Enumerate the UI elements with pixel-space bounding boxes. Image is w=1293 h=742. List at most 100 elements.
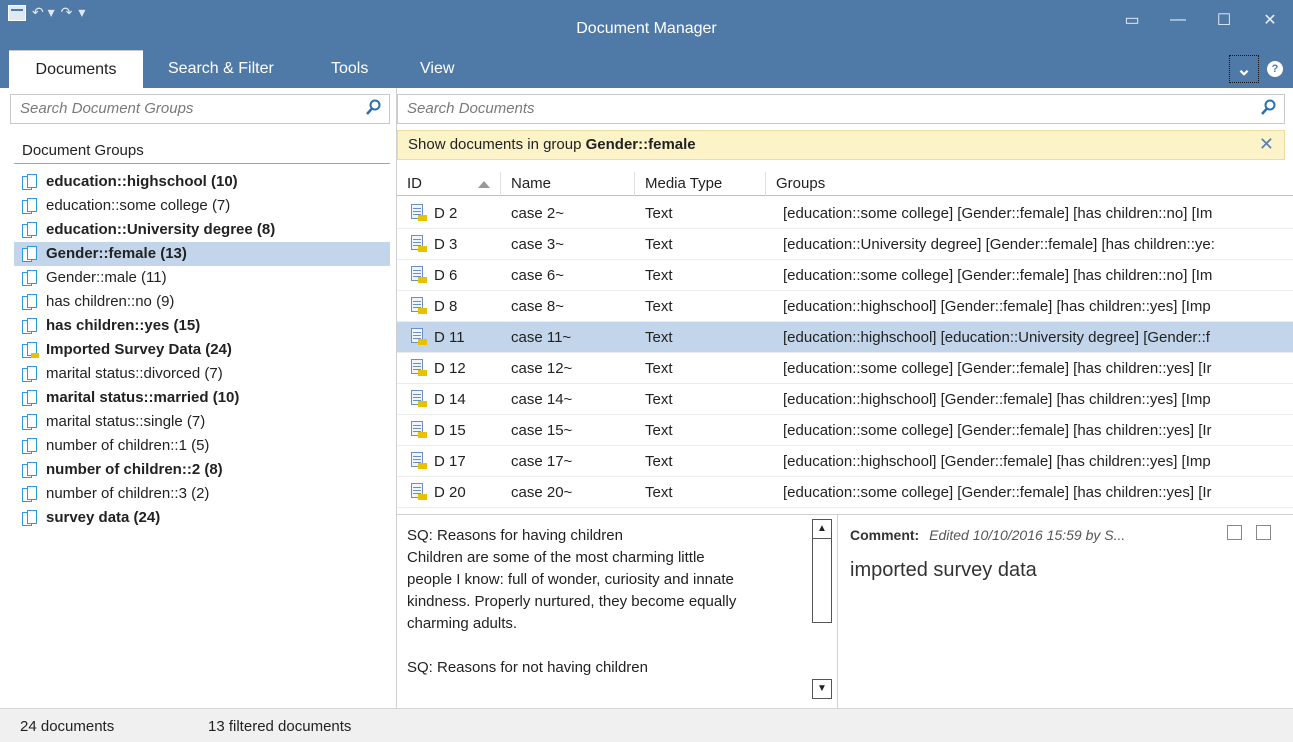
document-row[interactable]: D 11 case 11~ Text [education::highschool] …: [397, 322, 1293, 353]
document-group-item[interactable]: has children::yes (15): [14, 314, 390, 338]
maximize-button[interactable]: ☐: [1201, 0, 1247, 40]
document-row[interactable]: D 8 case 8~ Text [education::highschool] [G…: [397, 291, 1293, 322]
comment-body[interactable]: imported survey data: [850, 559, 1037, 582]
minimize-button[interactable]: —: [1155, 0, 1201, 40]
document-groups: [education::some college] [Gender::femal…: [783, 422, 1212, 439]
document-groups: [education::some college] [Gender::femal…: [783, 360, 1212, 377]
document-group-item[interactable]: education::highschool (10): [14, 170, 390, 194]
document-name: case 20~: [511, 484, 573, 501]
tab-documents[interactable]: Documents: [9, 50, 143, 88]
document-group-label: marital status::married (10): [46, 389, 240, 406]
open-comment-icon[interactable]: [1227, 525, 1242, 540]
help-icon[interactable]: ?: [1267, 61, 1283, 77]
search-icon[interactable]: [365, 99, 381, 117]
document-group-item[interactable]: number of children::3 (2): [14, 482, 390, 506]
close-filter-icon[interactable]: ✕: [1259, 134, 1274, 155]
document-group-icon: [22, 509, 39, 527]
document-id: D 11: [434, 329, 465, 346]
document-group-item[interactable]: survey data (24): [14, 506, 390, 530]
status-document-count: 24 documents: [20, 718, 115, 735]
scroll-down-button[interactable]: ▼: [812, 679, 832, 699]
tab-tools[interactable]: Tools: [331, 50, 368, 88]
document-row[interactable]: D 6 case 6~ Text [education::some college] …: [397, 260, 1293, 291]
document-group-icon: [22, 221, 39, 239]
document-group-item[interactable]: number of children::2 (8): [14, 458, 390, 482]
text-document-icon: [411, 421, 427, 439]
document-groups: [education::highschool] [Gender::female]…: [783, 453, 1211, 470]
filter-prefix: Show documents in group: [408, 136, 586, 153]
document-row[interactable]: D 14 case 14~ Text [education::highschool] …: [397, 384, 1293, 415]
column-header-media-type[interactable]: Media Type: [635, 172, 766, 196]
document-media-type: Text: [645, 329, 673, 346]
search-icon[interactable]: [1260, 99, 1276, 117]
close-button[interactable]: ✕: [1247, 0, 1293, 40]
preview-scrollbar[interactable]: ▲ ▼: [812, 519, 832, 699]
document-group-item[interactable]: marital status::divorced (7): [14, 362, 390, 386]
document-group-item[interactable]: number of children::1 (5): [14, 434, 390, 458]
app-icon[interactable]: [8, 4, 26, 21]
document-media-type: Text: [645, 267, 673, 284]
scroll-up-button[interactable]: ▲: [812, 519, 832, 539]
document-name: case 2~: [511, 205, 564, 222]
document-row[interactable]: D 2 case 2~ Text [education::some college] …: [397, 198, 1293, 229]
text-document-icon: [411, 297, 427, 315]
document-row[interactable]: D 3 case 3~ Text [education::University deg…: [397, 229, 1293, 260]
document-row[interactable]: D 12 case 12~ Text [education::some college…: [397, 353, 1293, 384]
document-id: D 17: [434, 453, 466, 470]
window-controls: ▭ — ☐ ✕: [1109, 0, 1293, 30]
document-group-item[interactable]: education::some college (7): [14, 194, 390, 218]
document-group-item[interactable]: Imported Survey Data (24): [14, 338, 390, 362]
document-group-label: number of children::1 (5): [46, 437, 210, 454]
column-id-label: ID: [407, 175, 422, 192]
text-document-icon: [411, 328, 427, 346]
document-media-type: Text: [645, 453, 673, 470]
column-header-groups[interactable]: Groups: [766, 172, 1293, 196]
undo-icon[interactable]: ↶ ▾: [32, 4, 55, 21]
document-name: case 3~: [511, 236, 564, 253]
scroll-thumb[interactable]: [812, 539, 832, 623]
document-id: D 20: [434, 484, 466, 501]
document-group-item[interactable]: education::University degree (8): [14, 218, 390, 242]
document-groups-header: Document Groups: [14, 140, 390, 164]
document-id: D 14: [434, 391, 466, 408]
document-name: case 17~: [511, 453, 573, 470]
document-groups: [education::highschool] [Gender::female]…: [783, 298, 1211, 315]
document-group-item[interactable]: has children::no (9): [14, 290, 390, 314]
ribbon-tabs: Documents Search & Filter Tools View: [0, 50, 1293, 88]
document-group-icon: [22, 317, 39, 335]
document-group-icon: [22, 269, 39, 287]
customize-toolbar-icon[interactable]: ▾: [78, 4, 85, 21]
document-groups: [education::highschool] [education::Univ…: [783, 329, 1210, 346]
document-media-type: Text: [645, 484, 673, 501]
column-header-name[interactable]: Name: [501, 172, 635, 196]
comment-label: Comment:: [850, 527, 920, 543]
document-group-label: marital status::single (7): [46, 413, 206, 430]
document-group-item[interactable]: Gender::female (13): [14, 242, 390, 266]
document-group-icon: [22, 365, 39, 383]
tab-search-filter[interactable]: Search & Filter: [168, 50, 274, 88]
document-group-item[interactable]: marital status::single (7): [14, 410, 390, 434]
document-id: D 8: [434, 298, 458, 315]
document-row[interactable]: D 17 case 17~ Text [education::highschool] …: [397, 446, 1293, 477]
restore-panel-icon[interactable]: ▭: [1109, 0, 1155, 40]
group-search-box[interactable]: Search Document Groups: [10, 94, 390, 124]
document-row[interactable]: D 20 case 20~ Text [education::some college…: [397, 477, 1293, 508]
document-group-item[interactable]: Gender::male (11): [14, 266, 390, 290]
ribbon-controls: ⌄ ?: [1229, 55, 1283, 83]
redo-icon[interactable]: ↷: [61, 4, 73, 21]
document-group-label: education::some college (7): [46, 197, 231, 214]
document-group-item[interactable]: marital status::married (10): [14, 386, 390, 410]
status-filtered-count: 13 filtered documents: [208, 718, 352, 735]
document-group-label: has children::no (9): [46, 293, 175, 310]
column-header-id[interactable]: ID: [397, 172, 501, 196]
document-name: case 11~: [511, 329, 572, 346]
document-group-icon: [22, 245, 39, 263]
collapse-ribbon-button[interactable]: ⌄: [1229, 55, 1259, 83]
document-groups: [education::some college] [Gender::femal…: [783, 205, 1213, 222]
text-document-icon: [411, 204, 427, 222]
document-row[interactable]: D 15 case 15~ Text [education::some college…: [397, 415, 1293, 446]
document-search-box[interactable]: Search Documents: [397, 94, 1285, 124]
save-comment-icon[interactable]: [1256, 525, 1271, 540]
tab-view[interactable]: View: [420, 50, 454, 88]
sort-ascending-icon: [478, 181, 490, 188]
